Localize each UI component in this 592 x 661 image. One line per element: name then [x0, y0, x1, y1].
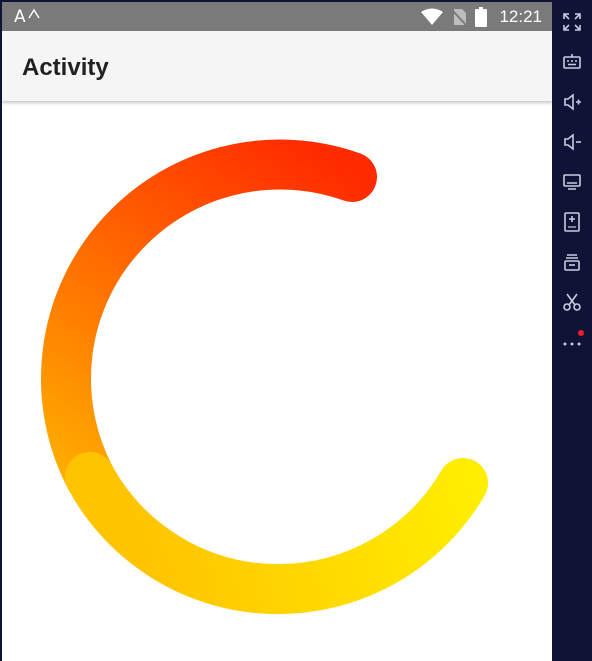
progress-ring [2, 102, 552, 661]
fullscreen-icon[interactable] [560, 10, 584, 34]
volume-down-icon[interactable] [560, 130, 584, 154]
carrier-glyph: A [14, 7, 26, 27]
device-screen: A 12:21 Activity [2, 2, 552, 661]
emulator-toolbar [552, 0, 592, 661]
app-bar: Activity [2, 31, 552, 101]
screen-icon[interactable] [560, 170, 584, 194]
notification-dot [578, 330, 584, 336]
layers-icon[interactable] [560, 250, 584, 274]
battery-icon [475, 6, 488, 27]
cut-icon[interactable] [560, 290, 584, 314]
clock: 12:21 [499, 6, 542, 26]
keyboard-icon[interactable] [560, 50, 584, 74]
status-bar: A 12:21 [2, 2, 552, 31]
wifi-icon [421, 8, 444, 25]
signal-wave-icon [28, 8, 40, 19]
install-apk-icon[interactable] [560, 210, 584, 234]
no-sim-icon [451, 8, 468, 26]
volume-up-icon[interactable] [560, 90, 584, 114]
page-title: Activity [22, 54, 109, 81]
progress-arc-upper [41, 139, 377, 502]
progress-arc-lower [65, 452, 488, 615]
